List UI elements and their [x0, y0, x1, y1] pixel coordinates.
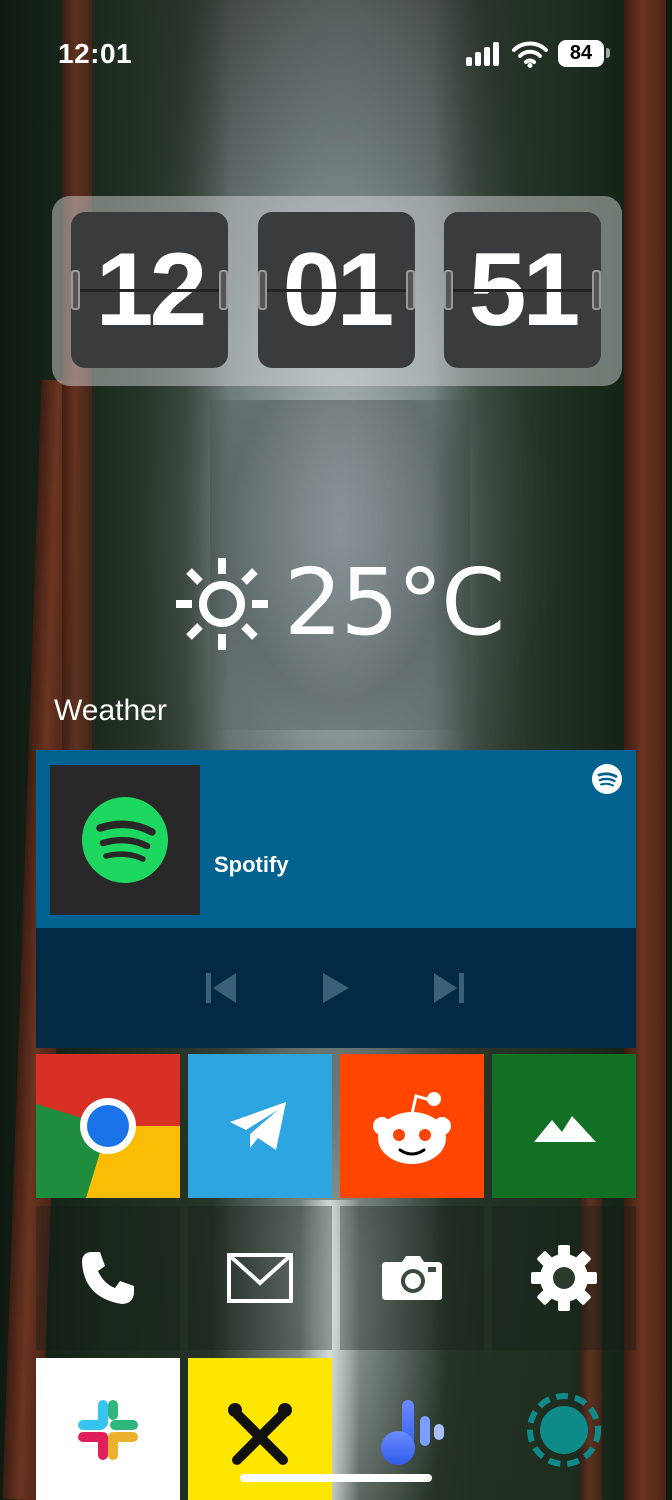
spotify-widget[interactable]: Spotify — [36, 750, 636, 1048]
audio-note-icon — [381, 1400, 444, 1465]
telegram-icon — [230, 1102, 286, 1150]
battery-cap — [606, 48, 610, 58]
phone-tile[interactable] — [36, 1206, 180, 1350]
reddit-icon — [373, 1092, 451, 1164]
reddit-tile[interactable] — [340, 1054, 484, 1198]
temperature: 25°C — [284, 549, 505, 656]
next-icon[interactable] — [432, 970, 466, 1006]
spotify-title: Spotify — [214, 852, 289, 877]
battery-indicator: 84 — [558, 40, 604, 67]
home-indicator[interactable] — [240, 1474, 432, 1482]
raiffeisen-icon — [228, 1403, 292, 1465]
status-time: 12:01 — [58, 38, 133, 69]
chrome-tile[interactable] — [36, 1054, 180, 1198]
camera-icon — [382, 1256, 442, 1300]
dotted-circle-tile[interactable] — [492, 1358, 636, 1500]
clock-minutes: 01 — [258, 212, 415, 368]
status-bar: 12:01 84 — [0, 0, 672, 105]
telegram-tile[interactable] — [188, 1054, 332, 1198]
spotify-small-icon[interactable] — [592, 764, 622, 794]
flip-clock-widget[interactable]: 12 01 51 — [52, 196, 622, 386]
wifi-icon — [512, 41, 548, 68]
slack-tile[interactable] — [36, 1358, 180, 1500]
mail-tile[interactable] — [188, 1206, 332, 1350]
phone-icon — [82, 1252, 134, 1304]
mountains-tile[interactable] — [492, 1054, 636, 1198]
spotify-logo-icon — [82, 797, 168, 883]
clock-seconds: 51 — [444, 212, 601, 368]
album-art[interactable] — [50, 765, 200, 915]
camera-tile[interactable] — [340, 1206, 484, 1350]
chrome-icon — [36, 1054, 180, 1198]
weather-label: Weather — [54, 694, 167, 727]
gear-icon — [531, 1245, 597, 1311]
slack-icon — [78, 1400, 138, 1460]
previous-icon[interactable] — [204, 970, 238, 1006]
dotted-circle-icon — [527, 1393, 601, 1467]
cellular-signal-icon — [466, 42, 502, 66]
play-icon[interactable] — [319, 970, 353, 1006]
sun-icon — [176, 558, 268, 650]
mail-icon — [227, 1253, 293, 1303]
weather-widget[interactable]: 25°C — [170, 540, 530, 660]
settings-tile[interactable] — [492, 1206, 636, 1350]
mountain-icon — [534, 1116, 596, 1142]
clock-hours: 12 — [71, 212, 228, 368]
